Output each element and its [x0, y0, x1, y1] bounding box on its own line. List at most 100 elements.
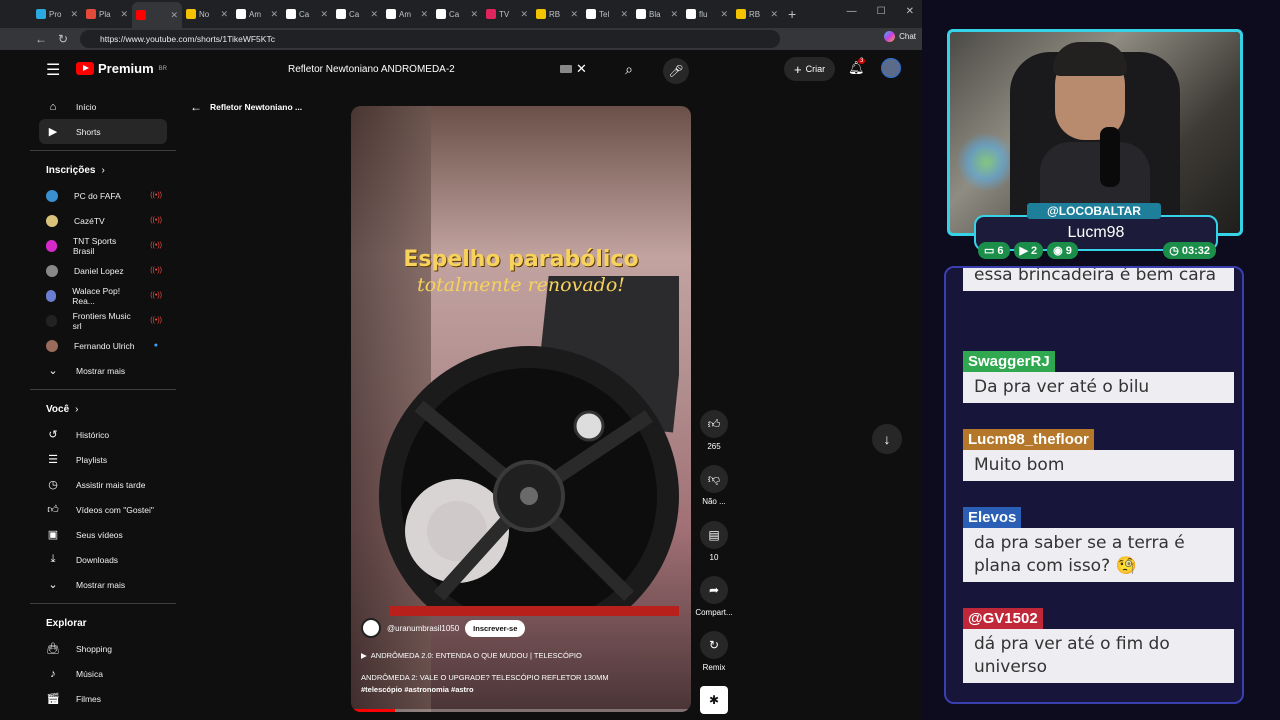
thumbs-down-icon[interactable]: 👎︎: [700, 465, 728, 493]
sidebar-item[interactable]: PC do FAFA ((•)): [30, 183, 176, 208]
new-tab-icon[interactable]: +: [788, 6, 796, 22]
chat-button[interactable]: Chat: [884, 31, 916, 42]
browser-tab[interactable]: Tel ✕: [582, 3, 632, 25]
sidebar-item[interactable]: Frontiers Music srl ((•)): [30, 308, 176, 333]
sidebar-section-heading[interactable]: Inscrições ›: [30, 157, 176, 183]
tab-close-icon[interactable]: ✕: [370, 9, 378, 20]
browser-tab[interactable]: ✕: [132, 2, 182, 28]
tab-close-icon[interactable]: ✕: [170, 10, 178, 21]
sidebar-item[interactable]: ⌄ Mostrar mais: [30, 572, 176, 597]
back-nav-icon[interactable]: ←: [30, 32, 52, 46]
search-icon[interactable]: ⌕: [614, 56, 644, 82]
maximize-icon[interactable]: ☐: [877, 6, 886, 17]
browser-tab[interactable]: Am ✕: [232, 3, 282, 25]
browser-tab[interactable]: Ca ✕: [432, 3, 482, 25]
sidebar-section-heading[interactable]: Explorar: [30, 610, 176, 636]
like-action[interactable]: 👍︎ 265: [693, 410, 735, 451]
thumbs-up-icon[interactable]: 👍︎: [700, 410, 728, 438]
tab-favicon-icon: [736, 9, 746, 19]
comments-action[interactable]: ▤ 10: [693, 521, 735, 562]
tab-close-icon[interactable]: ✕: [770, 9, 778, 20]
subscribe-button[interactable]: Inscrever-se: [465, 619, 526, 637]
mic-icon[interactable]: 🎤︎: [663, 58, 689, 84]
tab-close-icon[interactable]: ✕: [120, 9, 128, 20]
url-field[interactable]: https://www.youtube.com/shorts/1TikeWF5K…: [80, 30, 780, 48]
share-icon[interactable]: ➦: [700, 576, 728, 604]
sidebar-item[interactable]: Daniel Lopez ((•)): [30, 258, 176, 283]
sidebar-item[interactable]: 👍︎ Vídeos com "Gostei": [30, 497, 176, 522]
youtube-premium-logo[interactable]: Premium BR: [76, 61, 167, 76]
browser-tab[interactable]: TV ✕: [482, 3, 532, 25]
sidebar-item[interactable]: ⌄ Mostrar mais: [30, 358, 176, 383]
sidebar-item[interactable]: ◷ Assistir mais tarde: [30, 472, 176, 497]
next-short-button[interactable]: ↓: [872, 424, 902, 454]
sidebar-item[interactable]: ♪ Música: [30, 661, 176, 686]
browser-tab[interactable]: Bla ✕: [632, 3, 682, 25]
remix-icon[interactable]: ↻: [700, 631, 728, 659]
sidebar-item[interactable]: CazéTV ((•)): [30, 208, 176, 233]
browser-tab[interactable]: RB ✕: [532, 3, 582, 25]
tab-close-icon[interactable]: ✕: [220, 9, 228, 20]
linked-video[interactable]: ▶ ANDRÔMEDA 2.0: ENTENDA O QUE MUDOU | T…: [361, 651, 582, 660]
reload-icon[interactable]: ↻: [52, 32, 74, 46]
tab-close-icon[interactable]: ✕: [720, 9, 728, 20]
share-action[interactable]: ➦ Compart...: [693, 576, 735, 617]
browser-tab[interactable]: Pla ✕: [82, 3, 132, 25]
sidebar-item[interactable]: ⤓ Downloads: [30, 547, 176, 572]
tab-close-icon[interactable]: ✕: [320, 9, 328, 20]
play-small-icon: ▶: [361, 651, 367, 660]
channel-thumb-action[interactable]: ✱: [693, 686, 735, 718]
minimize-icon[interactable]: —: [847, 6, 857, 17]
hashtags[interactable]: #telescópio #astronomia #astro: [361, 684, 681, 696]
menu-icon[interactable]: ☰: [46, 60, 60, 80]
tab-title: Ca: [349, 9, 360, 19]
browser-tab[interactable]: No ✕: [182, 3, 232, 25]
dislike-action[interactable]: 👎︎ Não ...: [693, 465, 735, 506]
remix-action[interactable]: ↻ Remix: [693, 631, 735, 672]
tab-close-icon[interactable]: ✕: [420, 9, 428, 20]
browser-tab[interactable]: flu ✕: [682, 3, 732, 25]
browser-tab[interactable]: Am ✕: [382, 3, 432, 25]
sidebar-item-label: Daniel Lopez: [74, 265, 124, 276]
sidebar-item[interactable]: ▶ Shorts: [39, 119, 167, 144]
comment-icon[interactable]: ▤: [700, 521, 728, 549]
browser-tab[interactable]: Pro ✕: [32, 3, 82, 25]
progress-bar[interactable]: [351, 709, 691, 712]
short-video-player[interactable]: Espelho parabólico totalmente renovado! …: [351, 106, 691, 712]
sidebar-item[interactable]: 👜︎ Shopping: [30, 636, 176, 661]
keyboard-icon[interactable]: [560, 65, 572, 73]
sidebar-item[interactable]: ☰ Playlists: [30, 447, 176, 472]
sidebar-item[interactable]: TNT Sports Brasil ((•)): [30, 233, 176, 258]
search-input[interactable]: [276, 63, 556, 75]
sidebar-item[interactable]: Fernando Ulrich ●: [30, 333, 176, 358]
tab-title: Pla: [99, 9, 111, 19]
chat-message: Elevos da pra saber se a terra é plana co…: [963, 507, 1234, 582]
browser-tab[interactable]: Ca ✕: [332, 3, 382, 25]
sidebar-item[interactable]: ▣ Seus vídeos: [30, 522, 176, 547]
channel-name[interactable]: @uranumbrasil1050: [387, 624, 459, 633]
sidebar-section-heading[interactable]: Você ›: [30, 396, 176, 422]
tab-close-icon[interactable]: ✕: [70, 9, 78, 20]
tab-close-icon[interactable]: ✕: [470, 9, 478, 20]
close-window-icon[interactable]: ✕: [906, 6, 914, 17]
sidebar-item[interactable]: ↺ Histórico: [30, 422, 176, 447]
browser-tab[interactable]: Ca ✕: [282, 3, 332, 25]
sidebar-item[interactable]: 🎬︎ Filmes: [30, 686, 176, 711]
tab-close-icon[interactable]: ✕: [520, 9, 528, 20]
like-icon: 👍︎: [47, 504, 59, 516]
sidebar-item[interactable]: ⌂ Início: [30, 94, 176, 119]
create-button[interactable]: + Criar: [784, 57, 836, 81]
tab-close-icon[interactable]: ✕: [670, 9, 678, 20]
browser-tab[interactable]: RB ✕: [732, 3, 782, 25]
sidebar-item[interactable]: Walace Pop! Rea... ((•)): [30, 283, 176, 308]
channel-avatar[interactable]: [361, 618, 381, 638]
channel-logo-icon[interactable]: ✱: [700, 686, 728, 714]
clear-search-icon[interactable]: ✕: [576, 61, 587, 77]
back-to-search[interactable]: ← Refletor Newtoniano ...: [190, 100, 302, 114]
tab-close-icon[interactable]: ✕: [620, 9, 628, 20]
account-avatar[interactable]: [881, 58, 901, 78]
telescope-image: [379, 276, 679, 616]
tab-close-icon[interactable]: ✕: [270, 9, 278, 20]
chat-text: Da pra ver até o bilu: [963, 372, 1234, 403]
tab-close-icon[interactable]: ✕: [570, 9, 578, 20]
